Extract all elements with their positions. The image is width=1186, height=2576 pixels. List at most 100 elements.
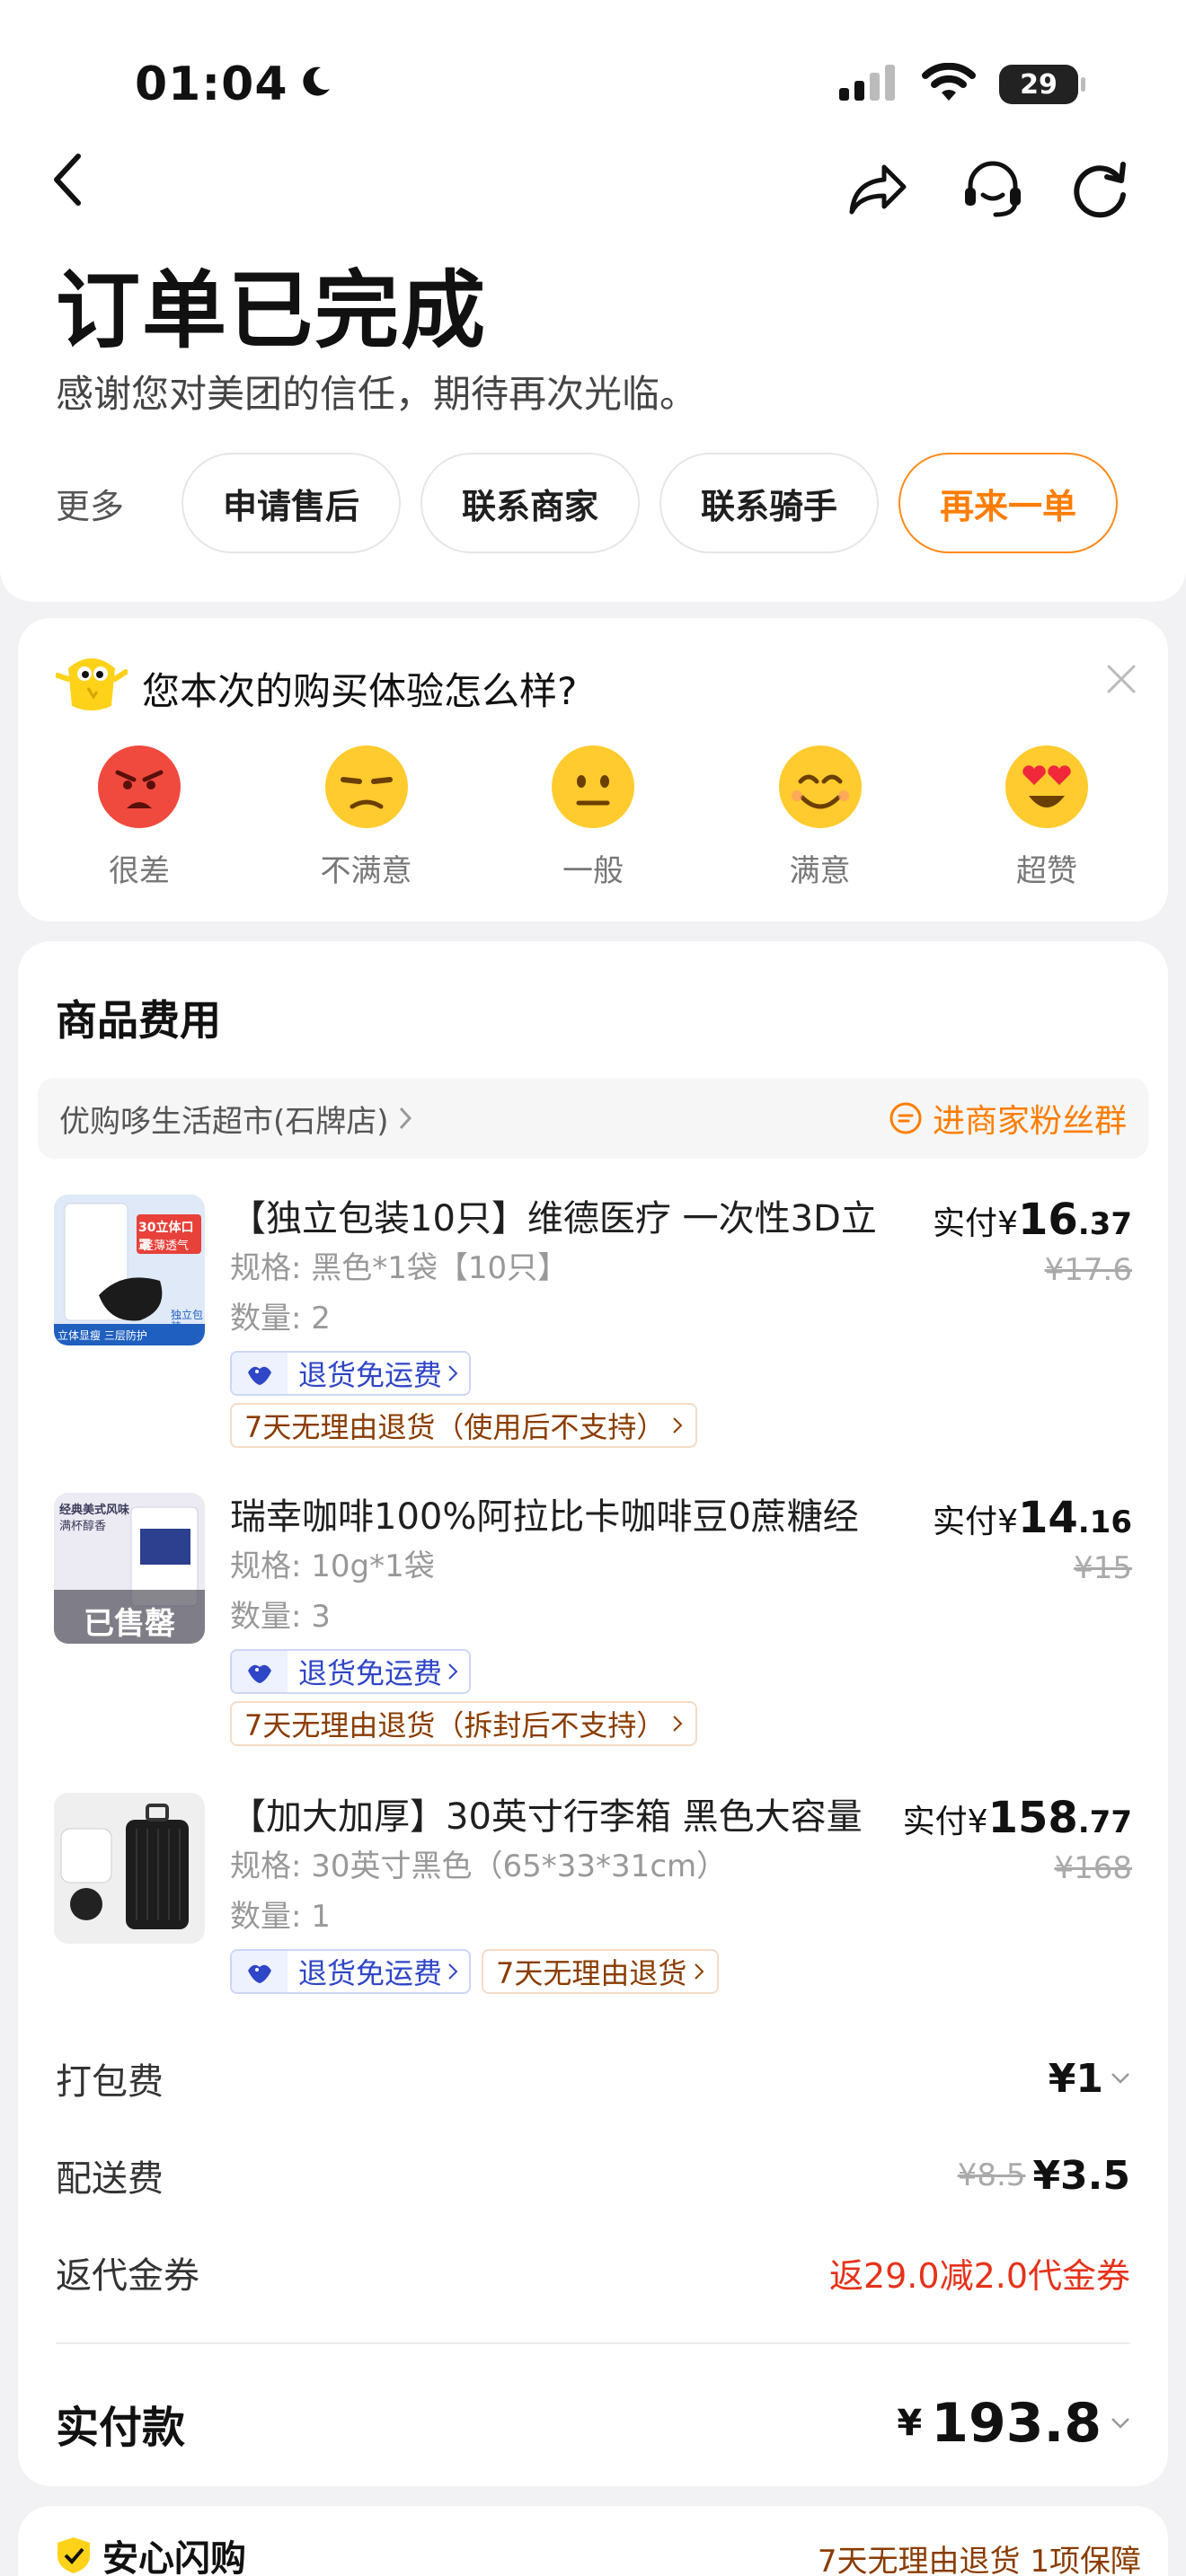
share-button[interactable] (846, 157, 909, 220)
rating-option-unsatisfied[interactable]: 不满意 (299, 744, 434, 890)
customer-service-button[interactable] (961, 157, 1024, 220)
status-time-text: 01:04 (135, 57, 288, 111)
delivery-fee-row: 配送费 ¥8.5 ¥3.5 (56, 2139, 1130, 2211)
service-tags: 7天无理由退货（使用后不支持） (230, 1403, 898, 1448)
rating-option-excellent[interactable]: 超赞 (979, 744, 1114, 890)
order-item[interactable]: 经典美式风味 满杯醇香 已售罄 瑞幸咖啡100%阿拉比卡咖啡豆0蔗糖经 规格: … (54, 1493, 1132, 1762)
contact-merchant-button[interactable]: 联系商家 (420, 453, 641, 553)
chevron-right-icon (673, 1417, 683, 1434)
yen: ¥ (967, 1804, 988, 1840)
item-qty: 数量: 1 (230, 1899, 331, 1935)
rating-label: 一般 (562, 853, 624, 889)
section-title: 商品费用 (56, 996, 221, 1045)
page-title: 订单已完成 (56, 262, 488, 360)
status-indicators: 29 (839, 62, 1085, 106)
assurance-summary: 7天无理由退货 1项保障 (817, 2544, 1141, 2576)
page-subtitle: 感谢您对美团的信任，期待再次光临。 (56, 372, 698, 416)
item-name: 【加大加厚】30英寸行李箱 黑色大容量 (230, 1796, 863, 1838)
free-return-shipping-tag[interactable]: 退货免运费 (230, 1949, 472, 1994)
angry-face-icon (98, 745, 181, 828)
paid-price: 实付¥158.77 (898, 1793, 1132, 1843)
item-info: 【加大加厚】30英寸行李箱 黑色大容量 规格: 30英寸黑色（65*33*31c… (230, 1793, 898, 1994)
fee-label: 配送费 (56, 2158, 164, 2200)
order-item[interactable]: 【加大加厚】30英寸行李箱 黑色大容量 规格: 30英寸黑色（65*33*31c… (54, 1793, 1132, 2008)
battery-icon: 29 (999, 65, 1085, 104)
item-info: 【独立包装10只】维德医疗 一次性3D立 规格: 黑色*1袋【10只】 数量: … (230, 1195, 898, 1448)
wifi-icon (922, 62, 976, 106)
mascot-icon (55, 652, 128, 724)
price-dec: .37 (1077, 1206, 1132, 1242)
chevron-down-icon (1111, 2418, 1129, 2429)
total-row[interactable]: 实付款 ¥193.8 (56, 2378, 1130, 2468)
rating-option-satisfied[interactable]: 满意 (753, 744, 888, 890)
tag-label: 7天无理由退货（使用后不支持） (244, 1410, 666, 1444)
store-link[interactable]: 优购哆生活超市(石牌店) (59, 1097, 412, 1141)
free-return-shipping-tag[interactable]: 退货免运费 (230, 1351, 472, 1396)
paid-price: 实付¥14.16 (898, 1493, 1132, 1543)
chevron-right-icon (448, 1663, 458, 1680)
packing-fee-row[interactable]: 打包费 ¥1 (56, 2042, 1130, 2114)
item-qty: 数量: 3 (230, 1599, 331, 1635)
tag-label: 退货免运费 (298, 1358, 443, 1392)
unamused-face-icon (324, 745, 408, 828)
paid-price: 实付¥16.37 (898, 1195, 1132, 1245)
seven-day-return-tag[interactable]: 7天无理由退货（拆封后不支持） (230, 1701, 698, 1746)
product-thumbnail-mask: 30立体口罩 轻薄透气 立体显瘦 三层防护 独立包装 (54, 1195, 205, 1345)
assurance-title-text: 安心闪购 (102, 2538, 246, 2576)
paid-label: 实付 (933, 1205, 998, 1242)
heart-eyes-face-icon (1005, 745, 1088, 828)
join-fan-group-button[interactable]: 进商家粉丝群 (890, 1095, 1127, 1142)
chevron-right-icon (399, 1107, 412, 1130)
price-int: 14 (1017, 1493, 1078, 1543)
rating-option-bad[interactable]: 很差 (72, 744, 207, 890)
yen: ¥ (997, 1504, 1018, 1540)
refresh-button[interactable] (1069, 157, 1132, 220)
item-name: 瑞幸咖啡100%阿拉比卡咖啡豆0蔗糖经 (230, 1496, 859, 1538)
contact-rider-button[interactable]: 联系骑手 (659, 453, 880, 553)
back-button[interactable] (36, 148, 99, 211)
yen: ¥ (997, 1205, 1018, 1242)
chevron-right-icon (448, 1365, 458, 1381)
thumb-text: 经典美式风味 (59, 1504, 130, 1517)
coupon-row[interactable]: 返代金券 返29.0减2.0代金券 (56, 2236, 1130, 2308)
item-name: 【独立包装10只】维德医疗 一次性3D立 (230, 1198, 877, 1239)
item-price: 实付¥158.77 ¥168 (898, 1793, 1132, 1886)
chevron-down-icon (1111, 2073, 1129, 2084)
store-bar: 优购哆生活超市(石牌店) 进商家粉丝群 (38, 1078, 1148, 1159)
total-amount: 193.8 (931, 2392, 1102, 2455)
assurance-card[interactable]: 安心闪购 7天无理由退货 1项保障 (18, 2506, 1168, 2576)
assurance-title: 安心闪购 (54, 2529, 246, 2576)
more-actions-link[interactable]: 更多 (56, 479, 162, 528)
coupon-value: 返29.0减2.0代金券 (828, 2255, 1130, 2296)
smiling-face-icon (778, 745, 862, 828)
close-survey-button[interactable] (1096, 654, 1146, 704)
after-sale-button[interactable]: 申请售后 (181, 453, 402, 553)
reorder-button[interactable]: 再来一单 (898, 453, 1119, 553)
order-item[interactable]: 30立体口罩 轻薄透气 立体显瘦 三层防护 独立包装 【独立包装10只】维德医疗… (54, 1195, 1132, 1464)
chat-bubble-icon (890, 1102, 922, 1134)
seven-day-return-tag[interactable]: 7天无理由退货 (482, 1949, 720, 1994)
chevron-right-icon (673, 1716, 683, 1732)
item-spec: 规格: 10g*1袋 (230, 1548, 435, 1584)
rating-label: 很差 (109, 853, 170, 889)
free-return-shipping-tag[interactable]: 退货免运费 (230, 1649, 472, 1694)
rating-option-average[interactable]: 一般 (526, 744, 660, 890)
packing-fee-value: ¥1 (1048, 2055, 1103, 2102)
service-tags: 退货免运费 (230, 1351, 898, 1396)
service-tags: 退货免运费 (230, 1649, 898, 1694)
product-thumbnail-luggage (54, 1793, 205, 1944)
original-price: ¥17.6 (1044, 1252, 1132, 1288)
item-qty: 数量: 2 (230, 1301, 331, 1337)
item-price: 实付¥16.37 ¥17.6 (898, 1195, 1132, 1288)
order-actions: 更多 申请售后 联系商家 联系骑手 再来一单 (56, 453, 1130, 553)
seven-day-return-tag[interactable]: 7天无理由退货（使用后不支持） (230, 1403, 698, 1448)
fee-label: 返代金券 (56, 2255, 199, 2297)
tag-label: 7天无理由退货（拆封后不支持） (244, 1708, 666, 1742)
delivery-fee-value: ¥3.5 (1032, 2152, 1130, 2199)
shield-check-icon (58, 2537, 90, 2573)
service-tags: 退货免运费 7天无理由退货 (230, 1949, 898, 1994)
tag-label: 退货免运费 (298, 1956, 443, 1990)
neutral-face-icon (552, 745, 634, 828)
survey-question-text: 您本次的购买体验怎么样? (142, 668, 578, 713)
chevron-right-icon (448, 1963, 458, 1980)
